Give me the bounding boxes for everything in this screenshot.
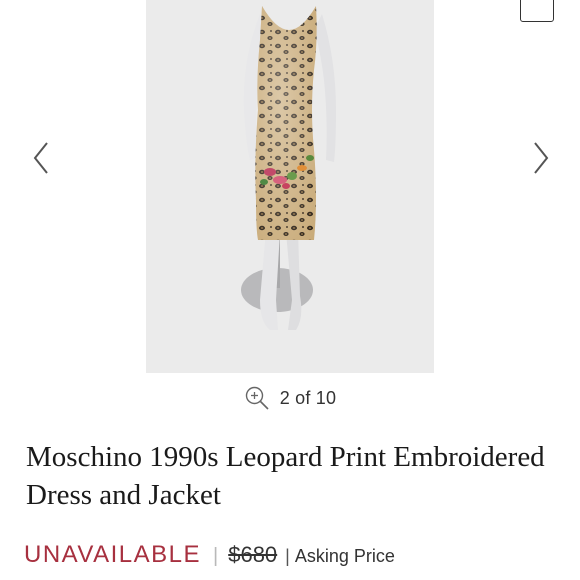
price-value: $680 — [228, 542, 278, 567]
product-photo[interactable] — [146, 0, 434, 373]
divider: | — [213, 545, 219, 567]
product-title: Moschino 1990s Leopard Print Embroidered… — [26, 441, 545, 511]
status-badge: UNAVAILABLE — [24, 541, 202, 568]
price-divider: | — [285, 546, 290, 566]
product-page: 2 of 10 Moschino 1990s Leopard Print Emb… — [0, 0, 580, 580]
price-label: Asking Price — [294, 546, 395, 566]
expand-icon[interactable] — [520, 0, 554, 22]
image-counter: 2 of 10 — [0, 385, 580, 411]
image-counter-text: 2 of 10 — [279, 387, 337, 408]
chevron-right-icon[interactable] — [526, 138, 556, 178]
image-gallery — [0, 0, 580, 375]
chevron-left-icon[interactable] — [26, 138, 56, 178]
zoom-in-icon[interactable] — [244, 385, 270, 411]
price-row: UNAVAILABLE | $680 | Asking Price — [24, 541, 395, 569]
